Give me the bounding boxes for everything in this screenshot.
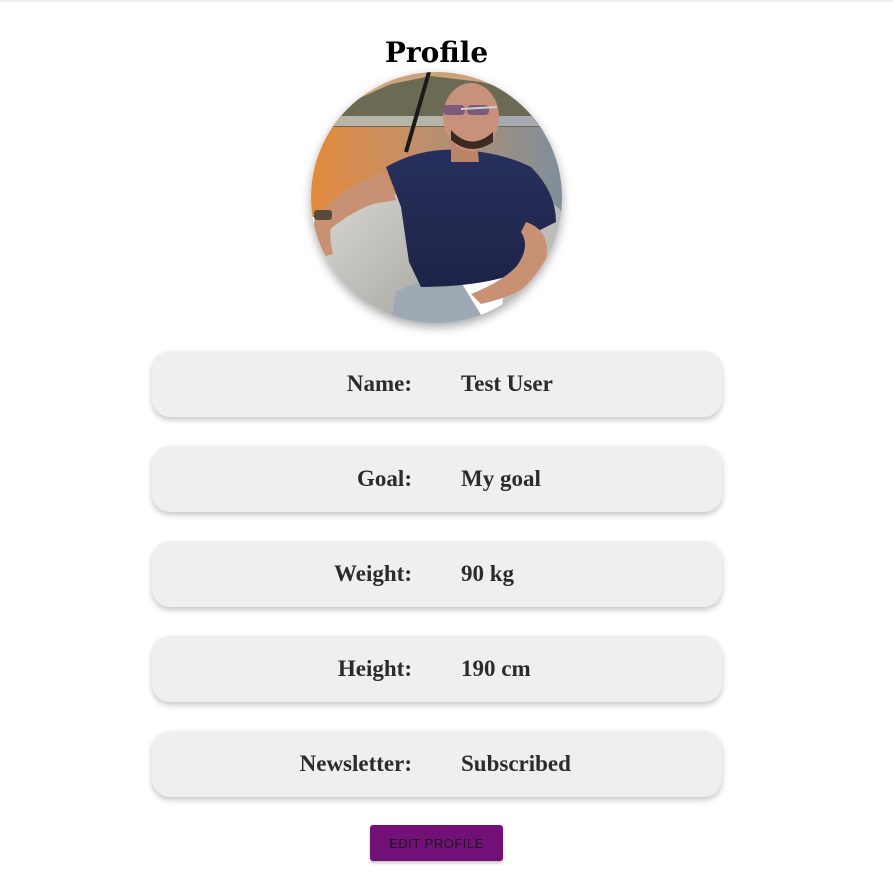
profile-photo-image [311, 72, 562, 323]
height-value: 190 cm [461, 656, 531, 681]
weight-label: Weight: [334, 561, 412, 586]
edit-profile-button[interactable]: EDIT PROFILE [370, 825, 503, 861]
name-label: Name: [346, 371, 412, 396]
goal-value: My goal [461, 466, 541, 491]
avatar [311, 72, 562, 323]
goal-label: Goal: [357, 466, 412, 491]
profile-row-goal: Goal: My goal [152, 446, 722, 512]
profile-row-name: Name: Test User [152, 351, 722, 417]
height-label: Height: [337, 656, 412, 681]
newsletter-value: Subscribed [461, 751, 571, 776]
profile-row-height: Height: 190 cm [152, 636, 722, 702]
profile-row-weight: Weight: 90 kg [152, 541, 722, 607]
profile-page: Profile Name: Test User Goal: My goal We… [0, 0, 893, 885]
profile-row-newsletter: Newsletter: Subscribed [152, 731, 722, 797]
page-title: Profile [384, 35, 489, 69]
top-divider [0, 0, 893, 2]
name-value: Test User [461, 371, 553, 396]
newsletter-label: Newsletter: [299, 751, 412, 776]
weight-value: 90 kg [461, 561, 515, 586]
